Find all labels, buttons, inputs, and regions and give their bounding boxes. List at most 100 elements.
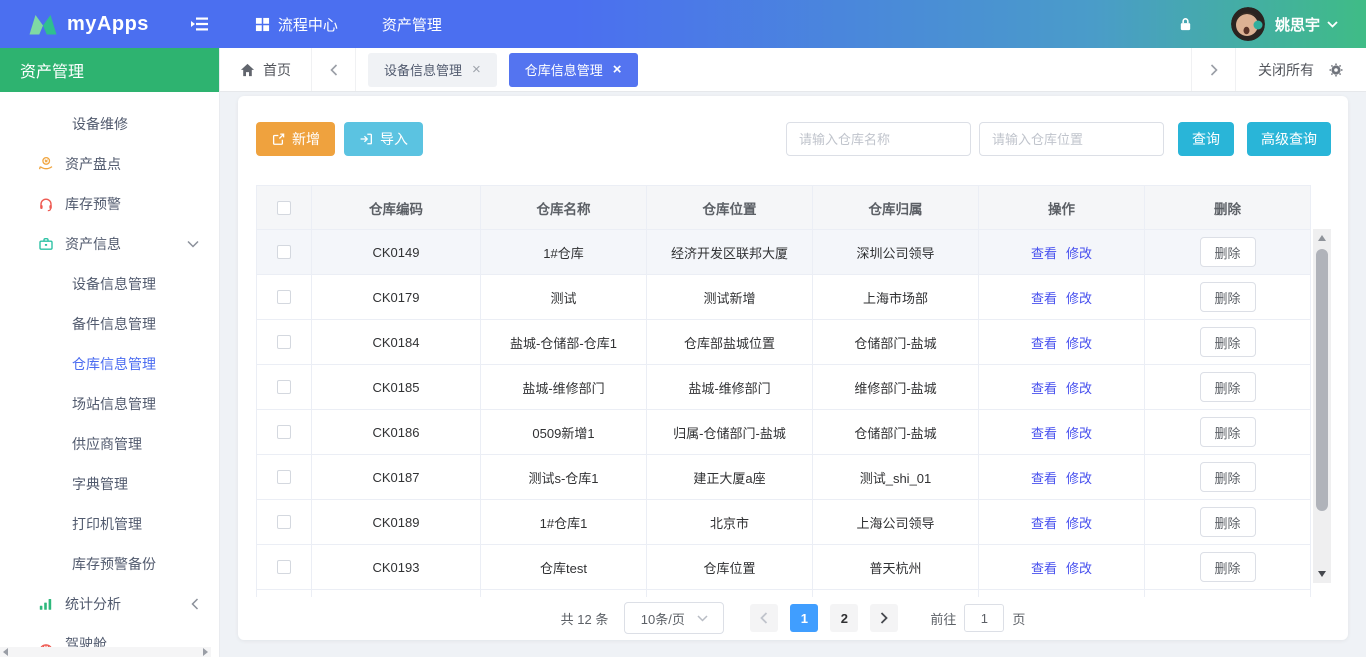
page-size-select[interactable]: 10条/页 (624, 602, 724, 634)
chevron-left-icon (330, 64, 338, 76)
avatar[interactable] (1231, 7, 1265, 41)
table-row: CK0193 仓库test 仓库位置 普天杭州 查看修改 删除 (257, 545, 1310, 590)
cell-name: 测试 (481, 275, 647, 319)
table-row: CK0186 0509新增1 归属-仓储部门-盐城 仓储部门-盐城 查看修改 删… (257, 410, 1310, 455)
close-all-tabs[interactable]: 关闭所有 (1235, 48, 1366, 91)
goto-page-input[interactable] (964, 604, 1004, 632)
table-row-partial (257, 590, 1310, 597)
row-checkbox[interactable] (277, 470, 291, 484)
headset-icon (38, 196, 54, 212)
sidebar-horizontal-scrollbar[interactable] (0, 647, 211, 657)
topbar: myApps 流程中心 资产管理 (0, 0, 1366, 48)
row-checkbox[interactable] (277, 245, 291, 259)
edit-link[interactable]: 修改 (1066, 423, 1092, 442)
tab-device-info-mgmt[interactable]: 设备信息管理 × (368, 53, 497, 87)
column-header: 仓库编码 (312, 186, 481, 229)
view-link[interactable]: 查看 (1031, 378, 1057, 397)
warehouse-name-input[interactable] (786, 122, 971, 156)
next-page-button[interactable] (870, 604, 898, 632)
sidebar-item-device-info-mgmt[interactable]: 设备信息管理 (0, 264, 219, 304)
cell-owner: 上海公司领导 (813, 500, 979, 544)
delete-button[interactable]: 删除 (1200, 552, 1256, 582)
view-link[interactable]: 查看 (1031, 513, 1057, 532)
sidebar-item-asset-inventory[interactable]: 资产盘点 (0, 144, 219, 184)
warehouse-location-input[interactable] (979, 122, 1164, 156)
close-icon[interactable]: × (472, 62, 481, 77)
cell-location: 归属-仓储部门-盐城 (647, 410, 813, 454)
view-link[interactable]: 查看 (1031, 243, 1057, 262)
view-link[interactable]: 查看 (1031, 333, 1057, 352)
scroll-up-icon[interactable] (1318, 235, 1326, 241)
select-all-checkbox[interactable] (277, 201, 291, 215)
sidebar-item-asset-info[interactable]: 资产信息 (0, 224, 219, 264)
view-link[interactable]: 查看 (1031, 288, 1057, 307)
sidebar-item-printer-mgmt[interactable]: 打印机管理 (0, 504, 219, 544)
warehouse-table: 仓库编码 仓库名称 仓库位置 仓库归属 操作 删除 CK0149 1#仓库 经济… (256, 185, 1311, 597)
edit-link[interactable]: 修改 (1066, 468, 1092, 487)
import-button[interactable]: 导入 (344, 122, 423, 156)
sidebar-item-spare-parts-mgmt[interactable]: 备件信息管理 (0, 304, 219, 344)
view-link[interactable]: 查看 (1031, 558, 1057, 577)
edit-link[interactable]: 修改 (1066, 288, 1092, 307)
delete-button[interactable]: 删除 (1200, 417, 1256, 447)
sidebar-item-device-repair[interactable]: 设备维修 (0, 104, 219, 144)
delete-button[interactable]: 删除 (1200, 237, 1256, 267)
view-link[interactable]: 查看 (1031, 423, 1057, 442)
sidebar-item-dictionary-mgmt[interactable]: 字典管理 (0, 464, 219, 504)
sidebar-item-station-info-mgmt[interactable]: 场站信息管理 (0, 384, 219, 424)
page-button-2[interactable]: 2 (830, 604, 858, 632)
edit-link[interactable]: 修改 (1066, 378, 1092, 397)
delete-button[interactable]: 删除 (1200, 372, 1256, 402)
row-checkbox[interactable] (277, 560, 291, 574)
lock-icon[interactable] (1178, 16, 1193, 32)
scroll-right-icon[interactable] (203, 648, 208, 656)
briefcase-icon (38, 236, 54, 252)
cell-location: 盐城-维修部门 (647, 365, 813, 409)
edit-link[interactable]: 修改 (1066, 558, 1092, 577)
prev-page-button[interactable] (750, 604, 778, 632)
sidebar-item-warehouse-info-mgmt[interactable]: 仓库信息管理 (0, 344, 219, 384)
menu-fold-icon[interactable] (191, 16, 209, 32)
topnav-asset-management[interactable]: 资产管理 (382, 14, 442, 35)
column-header: 仓库名称 (481, 186, 647, 229)
column-header: 操作 (979, 186, 1145, 229)
sidebar-item-supplier-mgmt[interactable]: 供应商管理 (0, 424, 219, 464)
delete-button[interactable]: 删除 (1200, 282, 1256, 312)
page-button-1[interactable]: 1 (790, 604, 818, 632)
delete-button[interactable]: 删除 (1200, 507, 1256, 537)
user-menu[interactable]: 姚思宇 (1275, 14, 1338, 35)
tab-scroll-forward[interactable] (1191, 48, 1235, 91)
cell-name: 测试s-仓库1 (481, 455, 647, 499)
cell-location: 建正大厦a座 (647, 455, 813, 499)
sidebar-item-stock-warning[interactable]: 库存预警 (0, 184, 219, 224)
edit-link[interactable]: 修改 (1066, 243, 1092, 262)
scroll-left-icon[interactable] (3, 648, 8, 656)
edit-link[interactable]: 修改 (1066, 333, 1092, 352)
scrollbar-thumb[interactable] (1316, 249, 1328, 511)
tab-home[interactable]: 首页 (220, 48, 312, 91)
advanced-query-button[interactable]: 高级查询 (1247, 122, 1331, 156)
delete-button[interactable]: 删除 (1200, 462, 1256, 492)
column-header: 仓库位置 (647, 186, 813, 229)
delete-button[interactable]: 删除 (1200, 327, 1256, 357)
topnav-process-center[interactable]: 流程中心 (255, 14, 338, 35)
tab-scroll-back[interactable] (312, 48, 356, 91)
query-button[interactable]: 查询 (1178, 122, 1234, 156)
add-button[interactable]: 新增 (256, 122, 335, 156)
row-checkbox[interactable] (277, 515, 291, 529)
gear-icon[interactable] (1328, 62, 1344, 78)
close-icon[interactable]: × (613, 62, 622, 77)
sidebar-item-statistics[interactable]: 统计分析 (0, 584, 219, 624)
table-vertical-scrollbar[interactable] (1313, 229, 1331, 583)
view-link[interactable]: 查看 (1031, 468, 1057, 487)
row-checkbox[interactable] (277, 290, 291, 304)
app-logo[interactable]: myApps (28, 13, 149, 36)
cell-name: 盐城-维修部门 (481, 365, 647, 409)
scroll-down-icon[interactable] (1318, 571, 1326, 577)
row-checkbox[interactable] (277, 380, 291, 394)
row-checkbox[interactable] (277, 425, 291, 439)
sidebar-item-stock-warning-backup[interactable]: 库存预警备份 (0, 544, 219, 584)
row-checkbox[interactable] (277, 335, 291, 349)
edit-link[interactable]: 修改 (1066, 513, 1092, 532)
tab-warehouse-info-mgmt[interactable]: 仓库信息管理 × (509, 53, 638, 87)
